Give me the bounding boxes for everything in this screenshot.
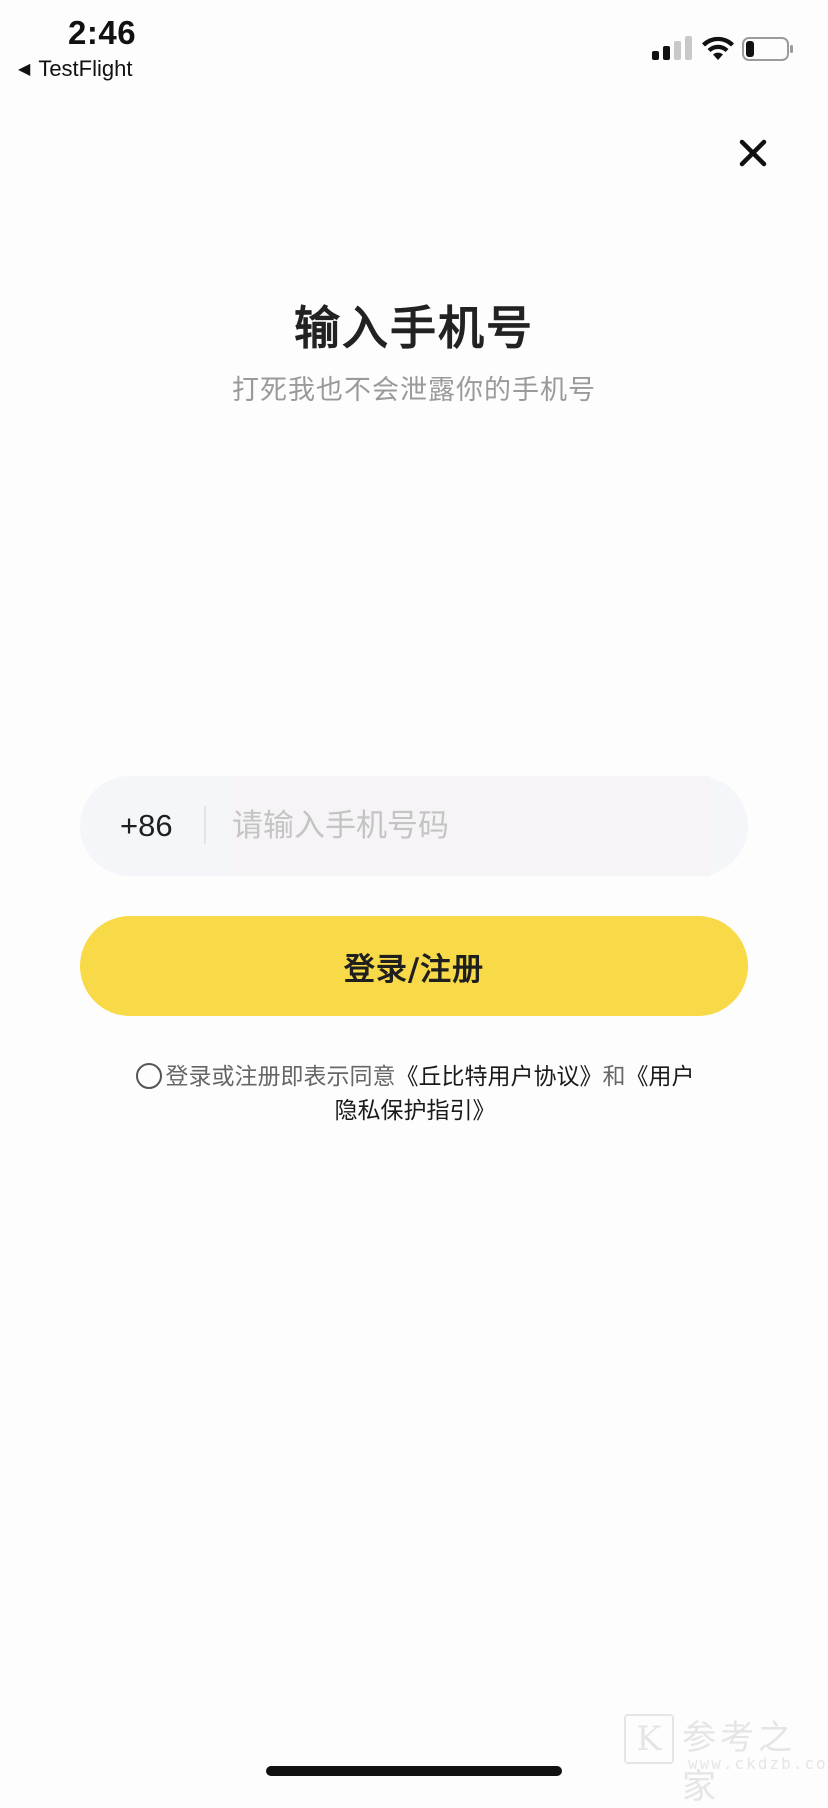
page-subtitle: 打死我也不会泄露你的手机号: [232, 375, 596, 406]
back-app-label: TestFlight: [38, 56, 133, 81]
battery-icon: [742, 37, 793, 61]
user-agreement-link[interactable]: 《丘比特用户协议》: [396, 1064, 603, 1090]
back-arrow-icon: ◀: [18, 61, 31, 78]
watermark-url: www.ckdzb.com: [688, 1754, 828, 1773]
phone-number-input[interactable]: [230, 776, 710, 876]
country-code-selector[interactable]: +86: [120, 776, 173, 876]
agreement-text: 登录或注册即表示同意《丘比特用户协议》和《用户隐私保护指引》: [130, 1060, 700, 1128]
agreement-conjunction: 和: [602, 1064, 626, 1090]
divider: [204, 806, 206, 844]
signal-icon: [652, 36, 692, 60]
page-title: 输入手机号: [294, 301, 534, 355]
phone-input-group: +86: [80, 776, 748, 876]
agreement-prefix: 登录或注册即表示同意: [165, 1064, 396, 1090]
wifi-icon: [702, 36, 734, 60]
back-to-app-link[interactable]: ◀ TestFlight: [18, 56, 132, 82]
watermark-logo-icon: K: [624, 1714, 674, 1764]
close-icon[interactable]: [735, 135, 771, 171]
agreement-radio-icon[interactable]: [135, 1063, 162, 1089]
watermark: K 参考之家 www.ckdzb.com: [624, 1710, 828, 1807]
status-time: 2:46: [68, 14, 137, 51]
login-register-button[interactable]: 登录/注册: [80, 916, 748, 1016]
home-indicator: [266, 1766, 562, 1776]
